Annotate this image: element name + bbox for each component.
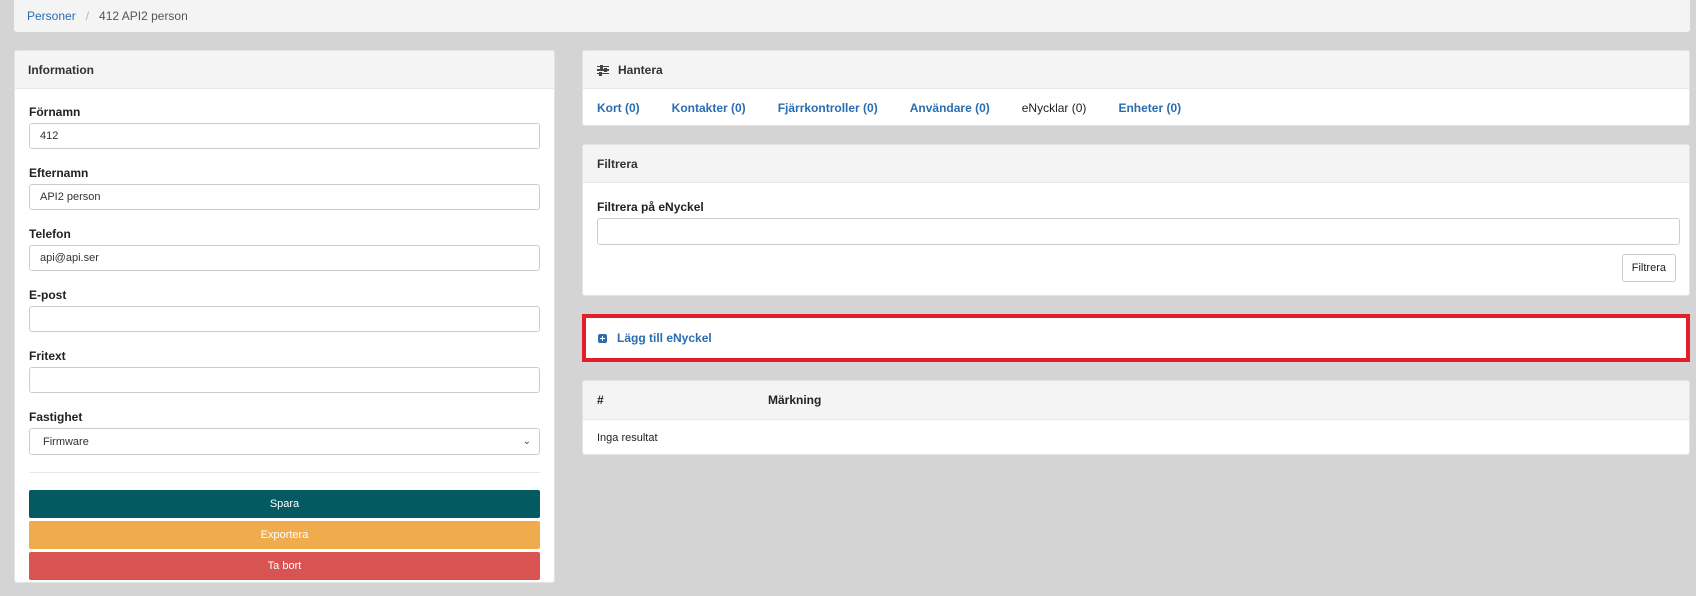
- last-name-input[interactable]: [29, 184, 540, 210]
- tab-anvandare[interactable]: Användare (0): [910, 101, 990, 115]
- free-text-input[interactable]: [29, 367, 540, 393]
- property-select[interactable]: Firmware ⌄: [29, 428, 540, 455]
- save-button[interactable]: Spara: [29, 490, 540, 518]
- breadcrumb-current: 412 API2 person: [99, 9, 188, 23]
- information-panel: Information Förnamn Efternamn Telefon E-…: [14, 50, 555, 583]
- phone-input[interactable]: [29, 245, 540, 271]
- filter-heading: Filtrera: [583, 145, 1689, 183]
- sliders-icon: [597, 64, 609, 76]
- filter-label: Filtrera på eNyckel: [597, 200, 704, 214]
- filter-panel: Filtrera Filtrera på eNyckel Filtrera: [582, 144, 1690, 296]
- property-select-value: Firmware: [43, 435, 89, 448]
- manage-title: Hantera: [618, 62, 663, 77]
- tab-kort[interactable]: Kort (0): [597, 101, 640, 115]
- column-header-marking: Märkning: [768, 393, 822, 407]
- column-header-number: #: [597, 393, 604, 407]
- add-key-link[interactable]: Lägg till eNyckel: [586, 318, 1686, 358]
- export-button[interactable]: Exportera: [29, 521, 540, 549]
- free-text-label: Fritext: [29, 349, 66, 363]
- add-key-label: Lägg till eNyckel: [617, 331, 712, 345]
- manage-tabs: Kort (0) Kontakter (0) Fjärrkontroller (…: [583, 89, 1689, 126]
- form-divider: [29, 472, 540, 473]
- information-heading: Information: [15, 51, 554, 89]
- property-label: Fastighet: [29, 410, 83, 424]
- results-table: # Märkning Inga resultat: [582, 380, 1690, 455]
- add-key-panel: Lägg till eNyckel: [582, 314, 1690, 362]
- last-name-label: Efternamn: [29, 166, 89, 180]
- first-name-label: Förnamn: [29, 105, 81, 119]
- breadcrumb-link-personer[interactable]: Personer: [27, 9, 76, 23]
- tab-enheter[interactable]: Enheter (0): [1118, 101, 1181, 115]
- breadcrumb-separator: /: [85, 9, 90, 23]
- tab-fjarrkontroller[interactable]: Fjärrkontroller (0): [778, 101, 878, 115]
- plus-square-icon: [598, 333, 607, 343]
- first-name-input[interactable]: [29, 123, 540, 149]
- filter-input[interactable]: [597, 218, 1680, 245]
- tab-enycklar[interactable]: eNycklar (0): [1022, 101, 1087, 115]
- manage-heading: Hantera: [583, 51, 1689, 89]
- results-header-row: # Märkning: [583, 381, 1689, 420]
- filter-button[interactable]: Filtrera: [1621, 254, 1676, 282]
- manage-panel: Hantera Kort (0) Kontakter (0) Fjärrkont…: [582, 50, 1690, 126]
- delete-button[interactable]: Ta bort: [29, 552, 540, 580]
- breadcrumb: Personer / 412 API2 person: [14, 0, 1690, 32]
- chevron-down-icon: ⌄: [522, 436, 531, 447]
- tab-kontakter[interactable]: Kontakter (0): [672, 101, 746, 115]
- email-label: E-post: [29, 288, 67, 302]
- phone-label: Telefon: [29, 227, 71, 241]
- empty-result-row: Inga resultat: [597, 432, 658, 444]
- email-input[interactable]: [29, 306, 540, 332]
